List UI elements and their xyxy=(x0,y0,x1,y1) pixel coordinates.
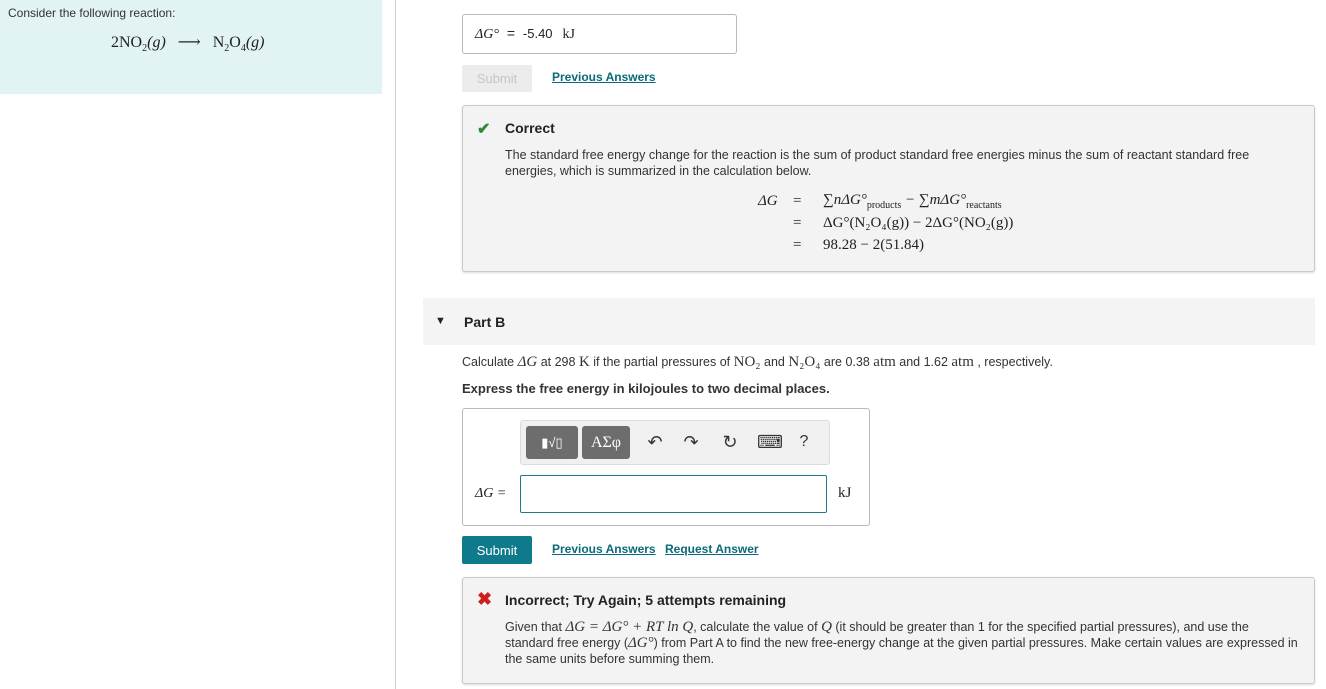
part-b-previous-answers-link[interactable]: Previous Answers xyxy=(552,542,656,556)
eq-row-2: ΔG°(N₂O₄(g)) − 2ΔG°(NO₂(g)) xyxy=(823,214,1014,231)
symbols-button[interactable]: ΑΣφ xyxy=(582,426,630,459)
reaction-panel: Consider the following reaction: 2NO2(g)… xyxy=(0,0,382,94)
part-b-instruction: Express the free energy in kilojoules to… xyxy=(462,381,830,396)
q-text-7: , respectively. xyxy=(973,355,1053,369)
part-b-answer-box: ▮√▯ ΑΣφ ↶ ↷ ↻ ⌨ ? ΔG = kJ xyxy=(462,408,870,526)
eq-row1-sum-products: ∑nΔG° xyxy=(823,191,867,208)
x-mark-icon: ✖ xyxy=(477,589,493,609)
hint-q: Q xyxy=(821,619,832,635)
eq-row-1: ∑nΔG°products − ∑mΔG°reactants xyxy=(823,192,1002,211)
part-a-previous-answers-link[interactable]: Previous Answers xyxy=(552,70,656,84)
part-a-answer-unit: kJ xyxy=(562,27,575,42)
q-text-6: and 1.62 xyxy=(895,355,952,369)
hint-text-1: Given that xyxy=(505,620,566,634)
correct-title: Correct xyxy=(505,120,555,136)
part-a-answer-label: ΔG° xyxy=(475,27,499,42)
collapse-caret-icon[interactable]: ▼ xyxy=(435,315,446,327)
checkmark-icon: ✔ xyxy=(477,121,491,138)
templates-button[interactable]: ▮√▯ xyxy=(526,426,578,459)
eq-row1-products-sub: products xyxy=(866,199,902,211)
eq-sign-3: = xyxy=(793,236,802,253)
eq-sign-2: = xyxy=(793,214,802,231)
q-text-2: at 298 xyxy=(537,355,579,369)
q-n2o4: N₂O₄ xyxy=(788,354,821,370)
q-delta-g: ΔG xyxy=(517,354,538,370)
eq-row1-reactants-sub: reactants xyxy=(966,199,1002,211)
q-kelvin: K xyxy=(578,354,590,370)
part-b-answer-input[interactable] xyxy=(520,475,827,513)
q-text-5: are 0.38 xyxy=(820,355,874,369)
eq-sign-1: = xyxy=(793,192,802,209)
eq-row1-sum-reactants: − ∑mΔG° xyxy=(901,191,967,208)
incorrect-feedback-box: ✖ Incorrect; Try Again; 5 attempts remai… xyxy=(462,577,1315,684)
incorrect-title: Incorrect; Try Again; 5 attempts remaini… xyxy=(505,592,787,608)
undo-icon[interactable]: ↶ xyxy=(644,432,666,453)
hint-equation: ΔG = ΔG° + RT ln Q xyxy=(565,619,694,635)
hint-text-2: , calculate the value of xyxy=(693,620,822,634)
part-b-header[interactable]: ▼ Part B xyxy=(423,298,1315,345)
part-b-answer-label: ΔG = xyxy=(475,486,507,501)
reactant: 2NO xyxy=(111,34,143,51)
part-a-submit-button[interactable]: Submit xyxy=(462,65,532,92)
reactant-phase: (g) xyxy=(147,34,166,51)
help-icon[interactable]: ? xyxy=(793,433,815,451)
product-mid: O xyxy=(229,34,241,51)
q-text-3: if the partial pressures of xyxy=(589,355,734,369)
reaction-intro: Consider the following reaction: xyxy=(8,6,176,20)
correct-explanation: The standard free energy change for the … xyxy=(505,148,1250,178)
part-b-title: Part B xyxy=(464,314,506,330)
q-text-4: and xyxy=(760,355,789,369)
reaction-arrow-icon: ⟶ xyxy=(177,34,201,51)
eq-row-3: 98.28 − 2(51.84) xyxy=(823,236,924,253)
redo-icon[interactable]: ↷ xyxy=(680,432,702,453)
reset-icon[interactable]: ↻ xyxy=(719,432,741,453)
incorrect-hint: Given that ΔG = ΔG° + RT ln Q, calculate… xyxy=(505,619,1300,667)
correct-feedback-box: ✔ Correct The standard free energy chang… xyxy=(462,105,1315,272)
keyboard-icon[interactable]: ⌨ xyxy=(757,432,783,453)
part-b-submit-button[interactable]: Submit xyxy=(462,536,532,564)
product: N xyxy=(212,34,225,51)
q-atm-2: atm xyxy=(951,354,974,370)
part-a-equals: = xyxy=(506,25,516,41)
q-atm-1: atm xyxy=(873,354,896,370)
panel-divider xyxy=(395,0,396,689)
hint-delta-g: ΔG° xyxy=(628,635,654,651)
calculation-equation: ΔG = ∑nΔG°products − ∑mΔG°reactants = ΔG… xyxy=(758,190,1013,256)
product-phase: (g) xyxy=(245,34,265,51)
math-toolbar: ▮√▯ ΑΣφ ↶ ↷ ↻ ⌨ ? xyxy=(520,420,830,465)
part-a-answer-field: ΔG° = -5.40 kJ xyxy=(462,14,737,54)
part-a-answer-value: -5.40 xyxy=(522,26,553,41)
eq-lhs: ΔG xyxy=(758,192,778,209)
q-no2: NO₂ xyxy=(733,354,761,370)
reaction-equation: 2NO2(g) ⟶ N2O4(g) xyxy=(111,32,264,54)
part-b-question: Calculate ΔG at 298 K if the partial pre… xyxy=(462,354,1053,371)
request-answer-link[interactable]: Request Answer xyxy=(665,542,759,556)
part-b-answer-unit: kJ xyxy=(838,485,852,501)
q-text-1: Calculate xyxy=(462,355,518,369)
